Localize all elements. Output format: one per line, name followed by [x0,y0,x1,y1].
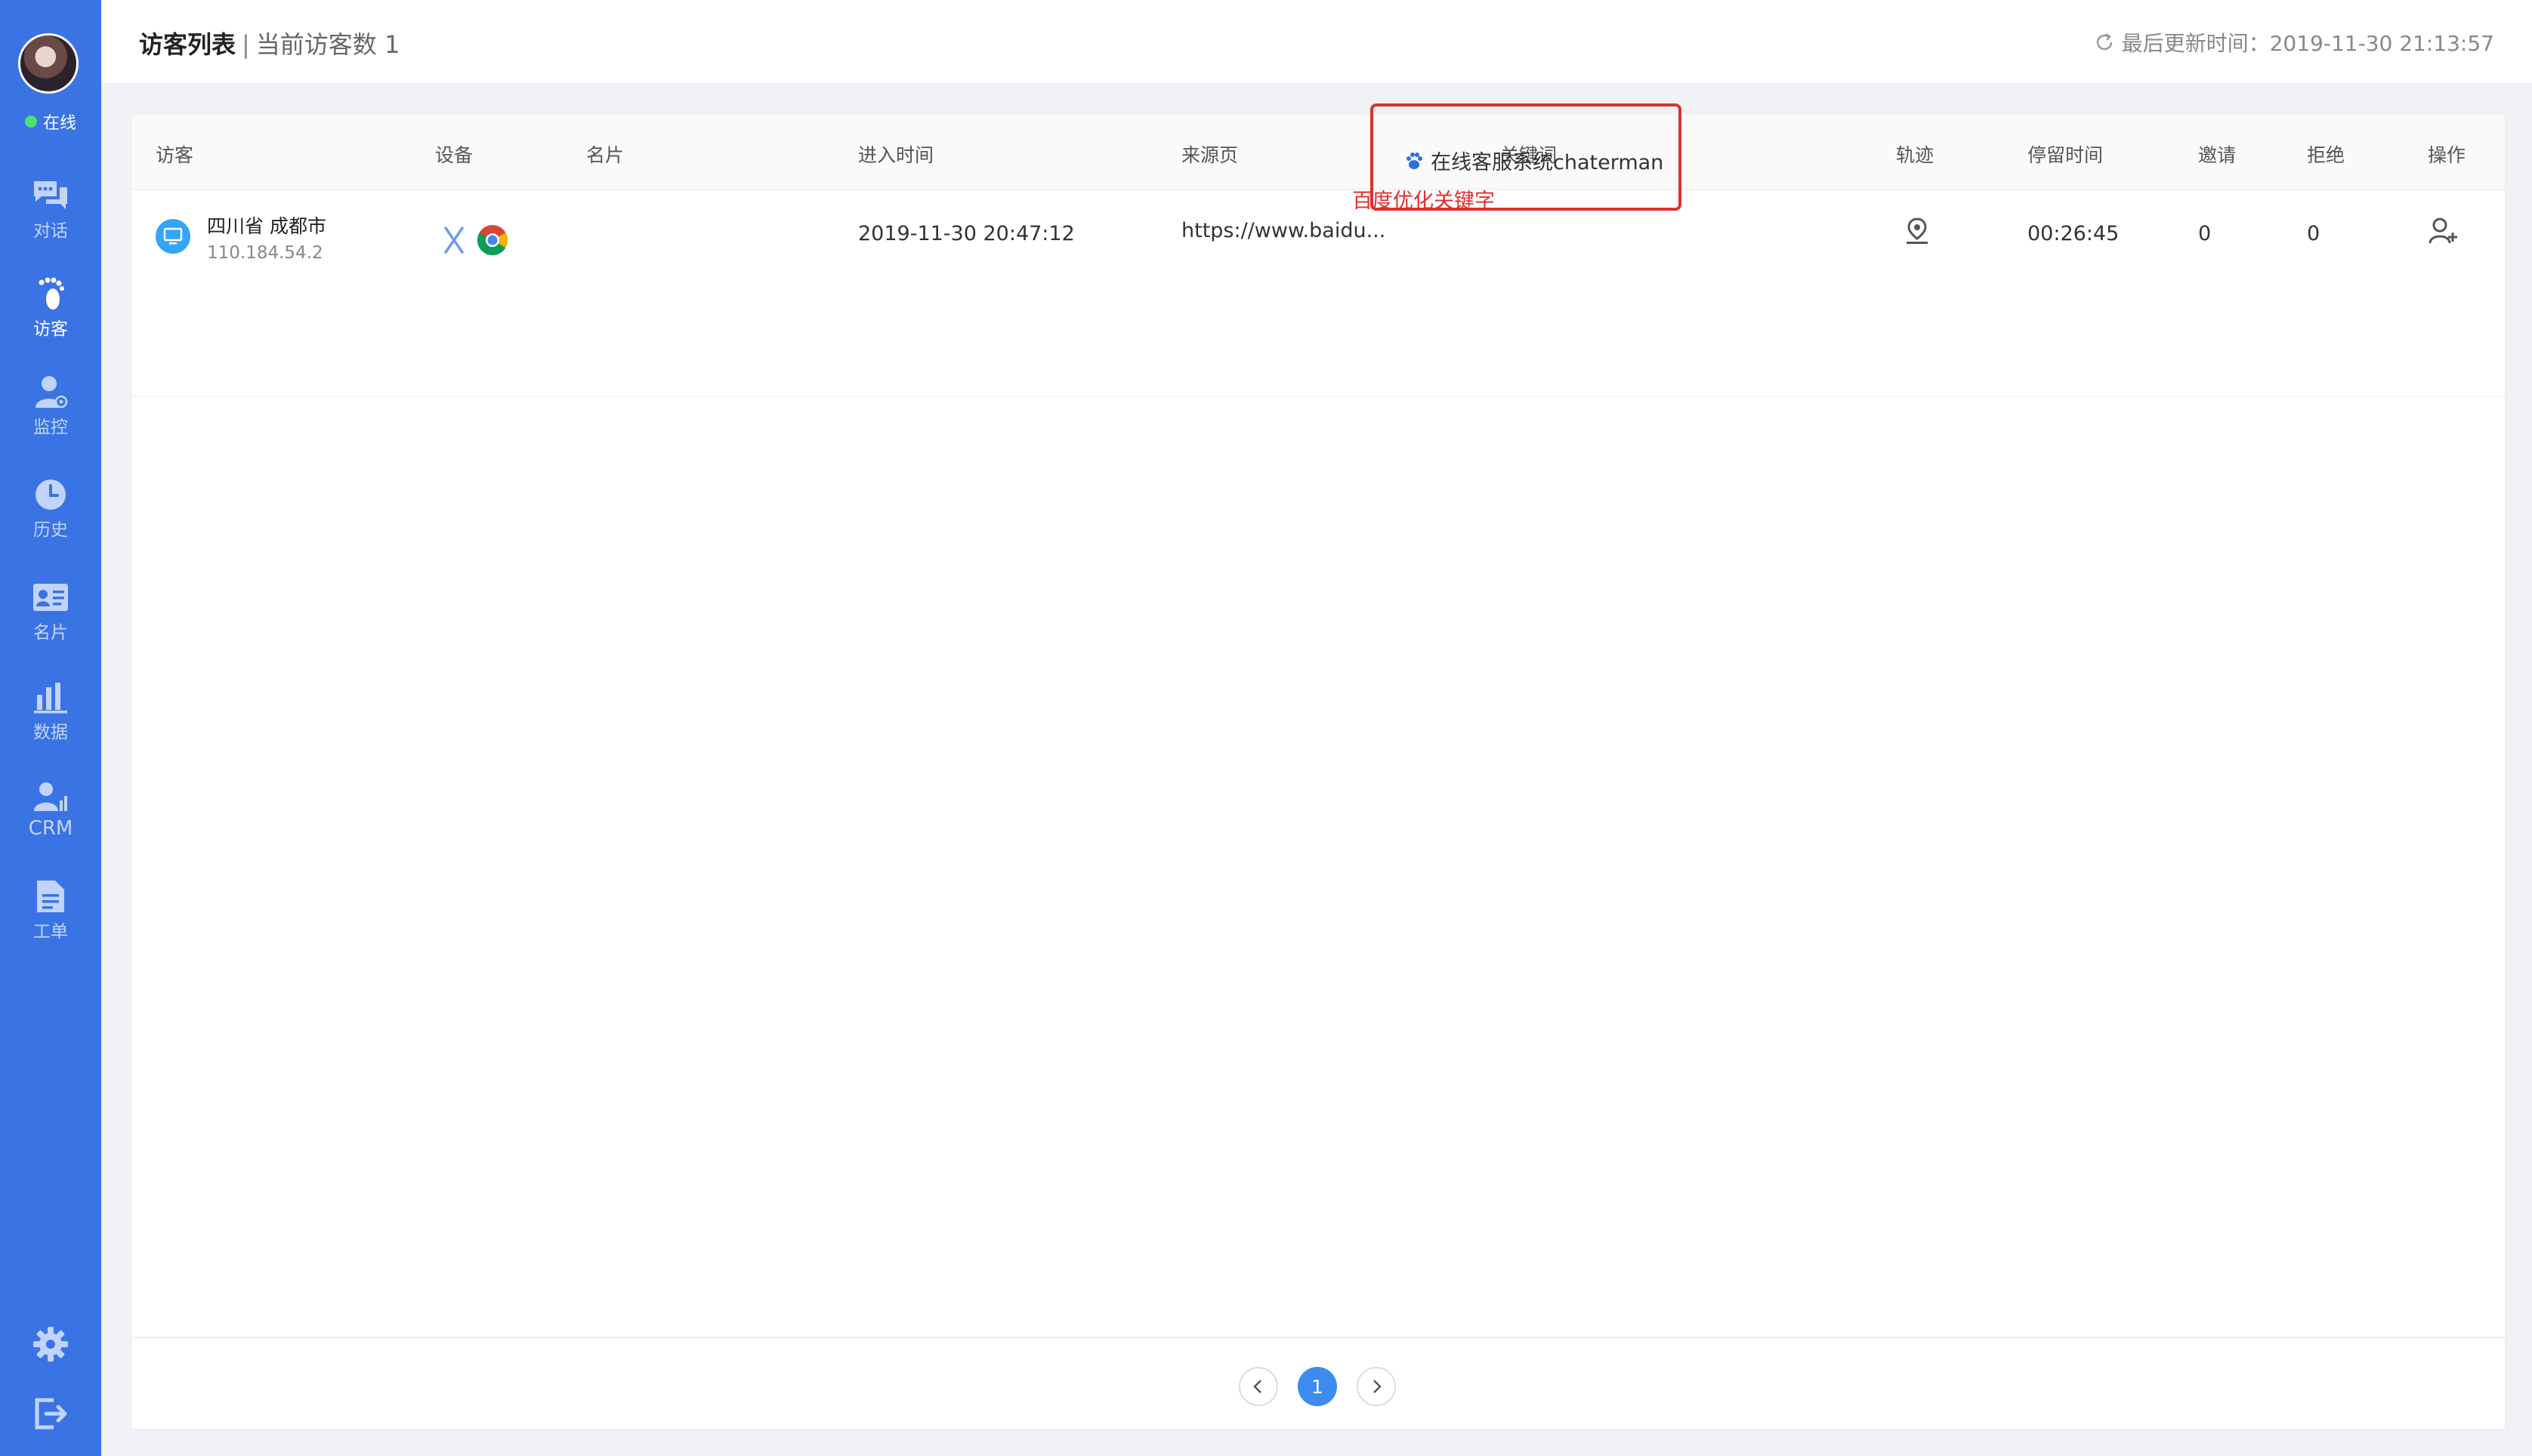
footprint-icon [39,277,64,310]
sidebar-item-tickets[interactable]: 工单 [0,879,101,942]
column-header-invite: 邀请 [2198,144,2237,166]
sidebar-item-label: 监控 [33,418,68,437]
location-pin-icon[interactable] [1904,216,1931,246]
sidebar-item-data[interactable]: 数据 [0,680,101,743]
column-header-track: 轨迹 [1896,144,1935,166]
stay-time: 00:26:45 [2027,222,2120,245]
last-update[interactable]: 最后更新时间：2019-11-30 21:13:57 [2093,27,2494,57]
column-header-reject: 拒绝 [2307,144,2345,166]
refresh-icon[interactable] [2093,31,2116,54]
column-header-enter-time: 进入时间 [858,144,934,166]
add-user-icon[interactable] [2428,216,2458,246]
sidebar-item-label: 历史 [33,520,68,540]
visitor-ip: 110.184.54.2 [207,243,323,263]
next-page-button[interactable] [1357,1367,1396,1406]
chevron-right-icon [1373,1380,1382,1393]
source-page-link[interactable]: https://www.baidu... [1181,219,1385,242]
page-title-text: 访客列表 [139,30,236,59]
clock-icon [36,480,66,510]
sidebar-item-visitors[interactable]: 访客 [0,276,101,340]
chat-icon [34,181,67,209]
sidebar-item-crm[interactable]: CRM [0,779,101,840]
column-header-action: 操作 [2428,144,2466,166]
last-update-text: 最后更新时间：2019-11-30 21:13:57 [2121,31,2494,56]
column-header-visitor: 访客 [156,144,194,166]
column-header-card: 名片 [586,144,625,166]
reject-count: 0 [2307,222,2320,245]
pagination: 1 [131,1337,2505,1429]
sidebar: 在线 对话 访客 监控 历史 名片 数据 CRM 工单 [0,0,101,1456]
gear-icon[interactable] [31,1325,70,1364]
table-header: 访客 设备 名片 进入时间 来源页 关键词 轨迹 停留时间 邀请 拒绝 操作 [131,115,2505,190]
column-header-stay-time: 停留时间 [2027,144,2104,166]
keyword-cell[interactable]: 在线客服系统chaterman [1403,146,1663,175]
sidebar-item-cards[interactable]: 名片 [0,580,101,643]
online-dot-icon [24,116,37,128]
online-status: 在线 [0,110,101,133]
baidu-paw-icon [1406,152,1422,169]
chevron-left-icon [1253,1380,1261,1393]
title-separator: | [242,30,250,59]
invite-count: 0 [2198,222,2212,245]
online-status-label: 在线 [42,114,76,133]
sidebar-item-monitor[interactable]: 监控 [0,375,101,438]
annotation-label: 百度优化关键字 [1352,190,1495,213]
avatar[interactable] [18,33,79,94]
sidebar-item-label: 访客 [33,319,68,339]
sidebar-item-chat[interactable]: 对话 [0,178,101,242]
card-icon [33,584,68,611]
prev-page-button[interactable] [1239,1367,1278,1406]
sidebar-item-label: 工单 [33,922,68,942]
bar-chart-icon [34,683,67,714]
page-header: 访客列表 | 当前访客数 1 最后更新时间：2019-11-30 21:13:57 [101,0,2532,83]
visitor-location: 四川省 成都市 [207,215,326,237]
crm-icon [34,782,67,811]
visitor-table-card: 访客 设备 名片 进入时间 来源页 关键词 轨迹 停留时间 邀请 拒绝 操作 四… [131,115,2505,1429]
desktop-icon [156,219,190,254]
column-header-source: 来源页 [1181,144,1239,166]
sidebar-item-label: 对话 [33,221,68,241]
macos-x-icon [444,227,464,254]
sidebar-item-label: 数据 [33,723,68,742]
page-number-current[interactable]: 1 [1298,1367,1337,1406]
sidebar-item-history[interactable]: 历史 [0,477,101,541]
monitor-user-icon [36,376,68,409]
document-icon [37,881,64,912]
sidebar-item-label: 名片 [33,623,68,643]
page-title: 访客列表 | 当前访客数 1 [139,26,400,60]
table-row[interactable]: 四川省 成都市 110.184.54.2 2019-11-30 20:47:12… [131,190,2505,397]
visitor-count: 当前访客数 1 [255,30,400,59]
row-divider [131,396,2505,397]
logout-icon[interactable] [31,1394,70,1433]
keyword-text: 在线客服系统chaterman [1431,151,1664,174]
enter-time: 2019-11-30 20:47:12 [858,222,1075,245]
chrome-icon [477,225,508,255]
sidebar-item-label: CRM [28,817,73,840]
column-header-device: 设备 [435,144,474,166]
